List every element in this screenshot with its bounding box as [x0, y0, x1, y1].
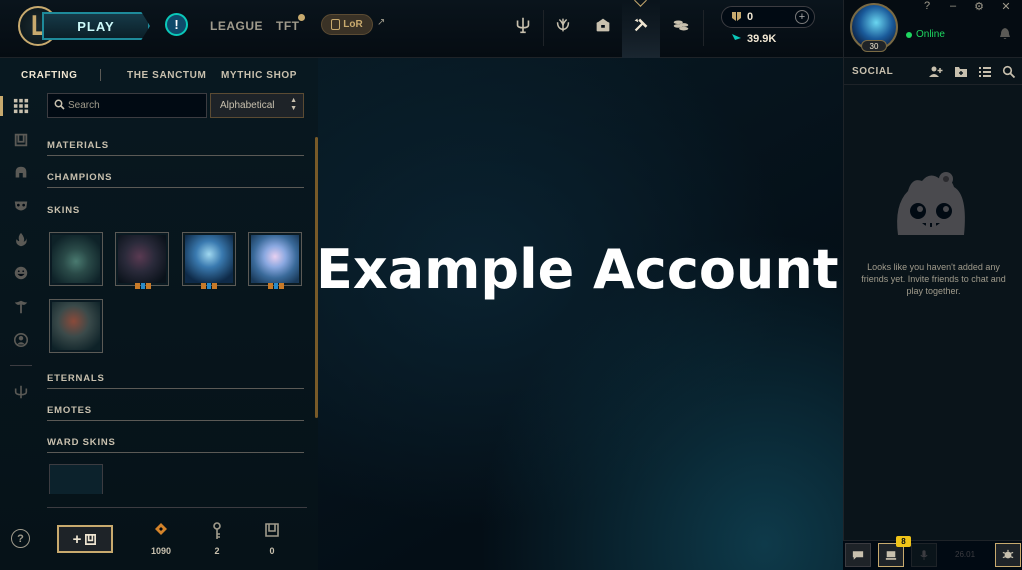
category-materials[interactable]: MATERIALS — [47, 140, 304, 156]
subnav-divider — [100, 69, 101, 81]
social-panel — [843, 58, 1022, 570]
chest-count: 0 — [269, 546, 275, 556]
buy-currency-button[interactable]: + — [795, 10, 809, 24]
notification-bell-icon[interactable] — [999, 27, 1011, 41]
champion-helmet-icon[interactable] — [12, 164, 30, 182]
chest-filter-icon[interactable] — [12, 131, 30, 149]
chest-count-icon — [265, 523, 279, 537]
settings-gear-icon[interactable]: ⚙ — [972, 0, 986, 13]
ward-skin-tile[interactable] — [49, 464, 103, 494]
skin-rarity-marker — [201, 283, 218, 289]
search-icon — [54, 99, 65, 110]
chat-bubble-icon — [852, 550, 864, 560]
category-champions[interactable]: CHAMPIONS — [47, 172, 304, 188]
skin-rarity-marker — [268, 283, 285, 289]
bug-icon — [1002, 549, 1014, 559]
blue-essence-value: 0 — [747, 11, 754, 23]
riot-points-value: 39.9K — [747, 33, 777, 45]
emote-face-icon[interactable] — [12, 264, 30, 282]
add-folder-icon[interactable] — [954, 65, 968, 78]
tft-loot-filter-icon[interactable] — [12, 383, 30, 401]
notification-stack-icon — [885, 550, 897, 560]
client-version: 26.01 — [955, 550, 976, 559]
nav-divider — [703, 10, 704, 46]
play-button[interactable]: PLAY — [42, 12, 150, 40]
category-skins[interactable]: SKINS — [47, 205, 304, 220]
tab-the-sanctum[interactable]: THE SANCTUM — [127, 70, 206, 81]
sort-dropdown[interactable]: Alphabetical ▲ ▼ — [210, 93, 304, 118]
skin-shard-tile[interactable] — [115, 232, 169, 286]
tft-trident-icon[interactable] — [512, 14, 534, 36]
rail-active-indicator — [0, 96, 3, 116]
skin-mask-icon[interactable] — [12, 197, 30, 215]
list-view-icon[interactable] — [978, 65, 992, 78]
tab-mythic-shop[interactable]: MYTHIC SHOP — [221, 70, 297, 81]
category-eternals[interactable]: ETERNALS — [47, 373, 304, 389]
social-header-divider — [843, 84, 1022, 85]
collection-backpack-icon[interactable] — [592, 14, 614, 36]
notification-count-badge: 8 — [896, 536, 911, 547]
lor-logo-icon — [331, 19, 341, 30]
online-status-text[interactable]: Online — [916, 29, 945, 40]
tft-notification-dot — [298, 14, 305, 21]
orange-essence-count: 1090 — [150, 546, 172, 556]
alert-icon[interactable]: ! — [165, 13, 188, 36]
social-search-icon[interactable] — [1002, 65, 1016, 78]
skin-rarity-marker — [135, 283, 152, 289]
nav-tft[interactable]: TFT — [276, 19, 300, 33]
chevron-updown-icon: ▲ ▼ — [290, 97, 297, 112]
search-input[interactable] — [68, 96, 198, 115]
bug-report-button[interactable] — [995, 543, 1021, 567]
riot-points-icon — [732, 34, 741, 44]
summoner-level-badge: 30 — [861, 40, 887, 52]
online-status-dot — [906, 32, 912, 38]
chest-icon — [85, 533, 97, 545]
sort-selected-value: Alphabetical — [220, 100, 275, 111]
eternals-flame-icon[interactable] — [12, 231, 30, 249]
external-link-icon: ↗ — [377, 17, 386, 28]
lor-label: LoR — [343, 19, 363, 30]
add-plus-label: + — [72, 530, 82, 548]
key-count: 2 — [214, 546, 220, 556]
orange-essence-icon — [155, 523, 167, 535]
ward-totem-icon[interactable] — [12, 298, 30, 316]
poro-mascot-icon — [897, 172, 965, 235]
ranked-laurel-icon[interactable] — [552, 14, 574, 36]
store-coins-icon[interactable] — [670, 14, 692, 36]
social-empty-message: Looks like you haven't added any friends… — [861, 262, 1006, 296]
voice-button[interactable] — [911, 543, 937, 567]
nav-league[interactable]: LEAGUE — [210, 19, 263, 33]
category-ward-skins[interactable]: WARD SKINS — [47, 437, 304, 453]
loot-hammer-icon[interactable] — [630, 14, 652, 36]
tab-crafting[interactable]: CRAFTING — [21, 70, 77, 81]
help-button[interactable]: ? — [11, 529, 30, 548]
skin-shard-tile[interactable] — [248, 232, 302, 286]
social-title: SOCIAL — [852, 66, 894, 77]
skin-shard-tile[interactable] — [49, 299, 103, 353]
account-watermark: Example Account — [316, 238, 839, 301]
lor-button[interactable]: LoR — [321, 14, 373, 35]
all-loot-grid-icon[interactable] — [12, 97, 30, 115]
skin-shard-tile[interactable] — [49, 232, 103, 286]
help-window-icon[interactable]: ? — [920, 0, 934, 12]
chat-button[interactable] — [845, 543, 871, 567]
rail-divider — [10, 365, 32, 366]
skin-shard-tile[interactable] — [182, 232, 236, 286]
nav-divider — [543, 10, 544, 46]
microphone-icon — [920, 550, 928, 560]
minimize-icon[interactable]: – — [946, 0, 960, 12]
bottom-divider — [47, 507, 307, 508]
add-friend-icon[interactable] — [929, 65, 943, 78]
add-chest-button[interactable]: + — [57, 525, 113, 553]
close-icon[interactable]: ✕ — [999, 0, 1013, 13]
main-content-background — [318, 58, 843, 570]
summoner-icon-filter-icon[interactable] — [12, 331, 30, 349]
blue-essence-icon — [732, 12, 741, 21]
key-fragment-icon — [213, 522, 221, 539]
category-emotes[interactable]: EMOTES — [47, 405, 304, 421]
loot-sidebar-background — [0, 58, 318, 570]
